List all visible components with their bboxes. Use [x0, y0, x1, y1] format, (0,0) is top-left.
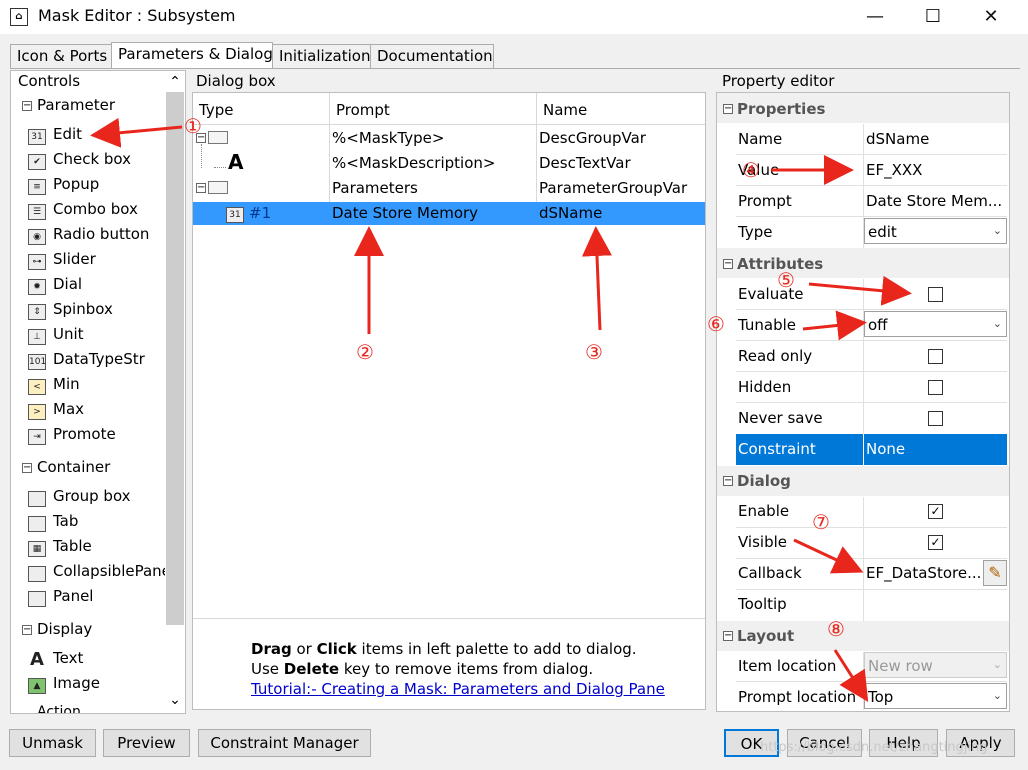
annotation-3: ③: [585, 340, 603, 364]
annotation-4: ④: [742, 158, 760, 182]
annotation-2: ②: [356, 340, 374, 364]
annotation-1: ①: [184, 114, 202, 138]
annotation-arrow: [802, 310, 867, 341]
annotation-6: ⑥: [707, 312, 725, 336]
annotation-overlay: [90, 117, 912, 703]
annotation-arrow: [581, 226, 612, 331]
annotation-7: ⑦: [812, 510, 830, 534]
annotation-5: ⑤: [777, 268, 795, 292]
annotation-arrow: [808, 275, 912, 306]
annotation-arrow: [833, 649, 869, 703]
annotation-arrow: [793, 538, 864, 574]
annotation-8: ⑧: [827, 617, 845, 641]
annotation-arrow: [90, 117, 183, 148]
